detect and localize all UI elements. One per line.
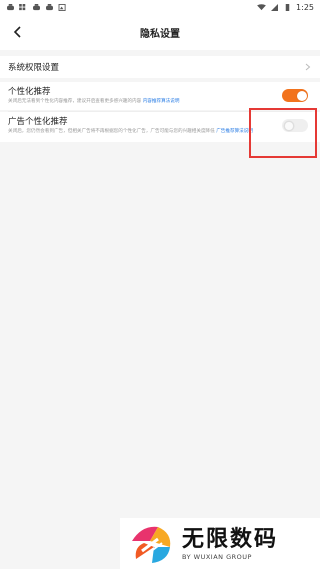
ad-personalization-link[interactable]: 广告推荐算法说明: [216, 129, 253, 134]
wifi-icon: [257, 3, 266, 10]
personalized-recommend-toggle[interactable]: [282, 89, 308, 102]
bug-icon: [7, 3, 14, 10]
system-permissions-label: 系统权限设置: [8, 63, 60, 73]
toggle-knob: [296, 90, 307, 101]
brand-logo-icon: [132, 526, 171, 563]
highlight-box: [249, 108, 317, 158]
system-permissions-row[interactable]: 系统权限设置: [0, 56, 320, 78]
watermark: 无限数码 BY WUXIAN GROUP: [120, 518, 320, 569]
battery-icon: [285, 3, 290, 11]
page-title: 隐私设置: [140, 28, 180, 40]
back-button[interactable]: [8, 22, 28, 42]
watermark-text: 无限数码 BY WUXIAN GROUP: [182, 527, 278, 561]
personalized-recommend-title: 个性化推荐: [8, 87, 51, 97]
status-bar-right: 1:25: [257, 3, 314, 12]
status-bar-left: [6, 3, 67, 11]
watermark-title: 无限数码: [182, 526, 279, 552]
bug-icon: [46, 3, 53, 10]
nav-bar: 隐私设置: [0, 14, 320, 50]
personalized-recommend-link[interactable]: 内容推荐算法说明: [143, 99, 180, 104]
back-arrow-icon: [13, 26, 21, 38]
ad-personalization-desc: 关闭后，您仍然会看到广告，但相关广告将不再根据您的个性化广告，广告可能与您的兴趣…: [8, 129, 254, 135]
status-bar: 1:25: [0, 0, 320, 14]
ad-personalization-desc-text: 关闭后，您仍然会看到广告，但相关广告将不再根据您的个性化广告，广告可能与您的兴趣…: [8, 129, 215, 134]
status-time: 1:25: [296, 2, 314, 12]
personalized-recommend-desc: 关闭后无法看到个性化内容推荐，建议开启查看更多感兴趣的内容 内容推荐算法说明: [8, 99, 254, 105]
personalized-recommend-row: 个性化推荐 关闭后无法看到个性化内容推荐，建议开启查看更多感兴趣的内容 内容推荐…: [0, 82, 320, 110]
bug-icon: [33, 3, 40, 10]
chevron-right-icon: [305, 63, 311, 71]
grid-icon: [19, 3, 26, 10]
signal-icon: [271, 3, 279, 11]
personalized-recommend-desc-text: 关闭后无法看到个性化内容推荐，建议开启查看更多感兴趣的内容: [8, 99, 142, 104]
watermark-subtitle: BY WUXIAN GROUP: [182, 552, 252, 561]
image-icon: [58, 3, 66, 11]
